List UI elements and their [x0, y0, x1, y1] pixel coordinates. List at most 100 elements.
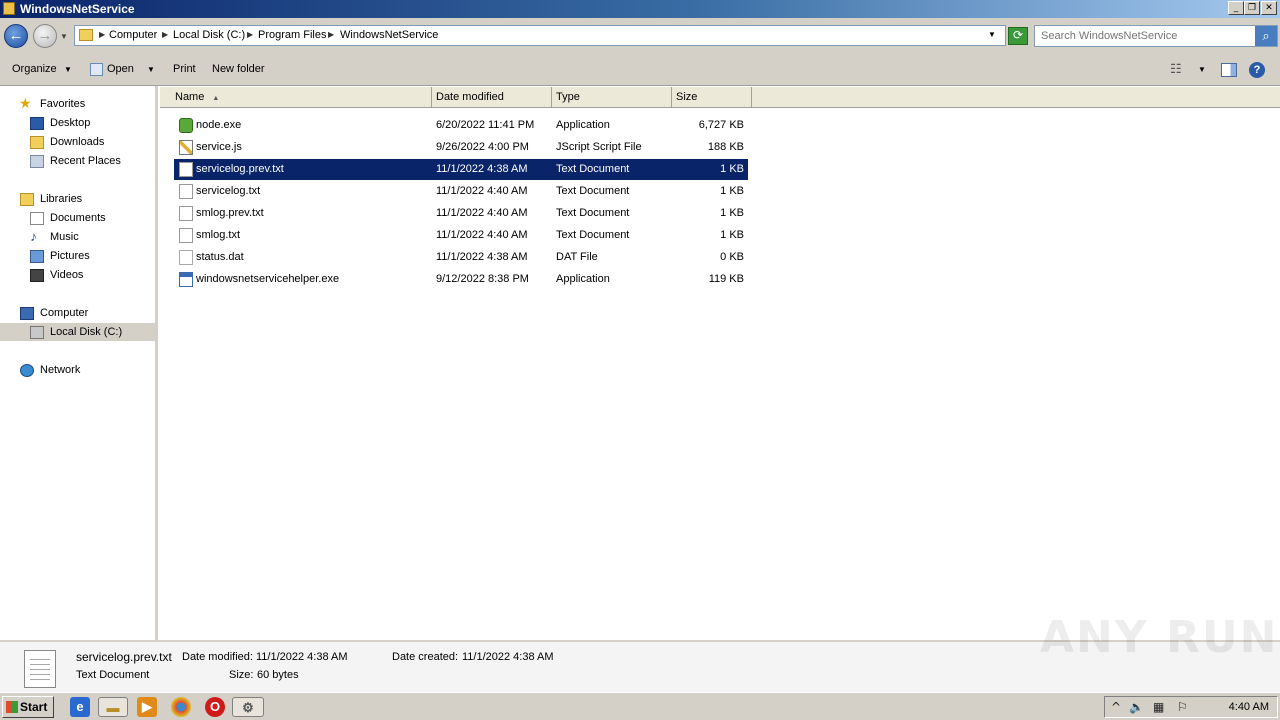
chrome-icon[interactable]: [171, 697, 191, 717]
recent-pages-dropdown[interactable]: ▼: [60, 32, 68, 41]
media-player-icon[interactable]: ▶: [137, 697, 157, 717]
nav-label: Pictures: [50, 250, 90, 262]
nav-computer[interactable]: Computer: [20, 307, 88, 320]
file-row[interactable]: smlog.txt 11/1/2022 4:40 AM Text Document 1…: [174, 225, 748, 246]
chevron-right-icon[interactable]: ▶: [328, 30, 334, 39]
nav-favorites[interactable]: ★ Favorites: [19, 95, 85, 111]
chevron-down-icon[interactable]: ▼: [147, 65, 155, 74]
file-name: windowsnetservicehelper.exe: [196, 273, 340, 285]
text-file-icon: [179, 206, 193, 221]
preview-pane-icon[interactable]: [1221, 63, 1237, 77]
search-input[interactable]: [1037, 28, 1257, 44]
back-button[interactable]: ←: [4, 24, 28, 48]
music-icon: ♪: [30, 228, 37, 244]
address-bar[interactable]: ▶ Computer ▶ Local Disk (C:) ▶ Program F…: [74, 25, 1006, 46]
computer-icon: [20, 307, 34, 320]
opera-icon[interactable]: O: [205, 697, 225, 717]
flag-icon[interactable]: ⚐: [1177, 700, 1188, 714]
chevron-right-icon[interactable]: ▶: [99, 30, 105, 39]
nav-documents[interactable]: Documents: [30, 212, 106, 225]
open-button[interactable]: Open: [107, 63, 134, 75]
watermark-logo: ANY RUN: [1040, 612, 1279, 663]
nav-label: Recent Places: [50, 155, 121, 167]
nav-label: Videos: [50, 269, 84, 281]
column-size[interactable]: Size: [672, 87, 752, 107]
file-row[interactable]: windowsnetservicehelper.exe 9/12/2022 8:3…: [174, 269, 748, 290]
file-type: Text Document: [556, 185, 630, 197]
details-created-value: 11/1/2022 4:38 AM: [462, 651, 554, 663]
nav-libraries[interactable]: Libraries: [20, 193, 83, 206]
breadcrumb-windowsnetservice[interactable]: WindowsNetService: [340, 29, 438, 41]
nav-label: Documents: [50, 212, 106, 224]
breadcrumb-local-disk[interactable]: Local Disk (C:): [173, 29, 245, 41]
nav-videos[interactable]: Videos: [30, 269, 84, 282]
app-icon[interactable]: ⚙: [232, 697, 264, 717]
taskbar: Start e ▬ ▶ O ⚙ ^ 🔈 ▦ ⚐ 4:40 AM: [0, 692, 1280, 720]
organize-button[interactable]: Organize: [12, 63, 57, 75]
breadcrumb-computer[interactable]: Computer: [109, 29, 157, 41]
address-dropdown[interactable]: ▼: [988, 30, 996, 39]
new-folder-button[interactable]: New folder: [212, 63, 265, 75]
file-size: 119 KB: [708, 273, 744, 285]
column-date-modified[interactable]: Date modified: [432, 87, 552, 107]
details-modified-value: 11/1/2022 4:38 AM: [256, 651, 348, 663]
folder-icon: [79, 29, 93, 41]
nav-downloads[interactable]: Downloads: [30, 136, 104, 149]
file-size: 188 KB: [707, 141, 744, 153]
show-hidden-icons-icon[interactable]: ^: [1111, 700, 1121, 714]
close-button[interactable]: ✕: [1261, 1, 1277, 15]
file-size: 1 KB: [720, 185, 744, 197]
file-row[interactable]: servicelog.txt 11/1/2022 4:40 AM Text Docu…: [174, 181, 748, 202]
windows-logo-icon: [6, 701, 18, 713]
chevron-down-icon[interactable]: ▼: [64, 65, 72, 74]
nav-label: Music: [50, 231, 79, 243]
text-file-icon: [179, 228, 193, 243]
refresh-button[interactable]: ⟳: [1008, 27, 1028, 45]
views-icon[interactable]: ☷: [1170, 61, 1182, 77]
network-status-icon[interactable]: ▦: [1153, 700, 1164, 714]
script-icon: [179, 140, 193, 155]
column-name[interactable]: Name ▲: [170, 87, 432, 107]
file-name: smlog.prev.txt: [196, 207, 264, 219]
breadcrumb-program-files[interactable]: Program Files: [258, 29, 326, 41]
details-filename: servicelog.prev.txt: [76, 650, 172, 664]
clock[interactable]: 4:40 AM: [1229, 701, 1269, 713]
chevron-down-icon[interactable]: ▼: [1198, 65, 1206, 74]
nav-network[interactable]: Network: [20, 364, 81, 377]
file-row[interactable]: smlog.prev.txt 11/1/2022 4:40 AM Text Docu…: [174, 203, 748, 224]
file-row[interactable]: node.exe 6/20/2022 11:41 PM Application 6,7…: [174, 115, 748, 136]
file-type: DAT File: [556, 251, 598, 263]
nav-label: Network: [40, 364, 81, 376]
column-type[interactable]: Type: [552, 87, 672, 107]
nav-local-disk[interactable]: Local Disk (C:): [30, 326, 122, 339]
restore-button[interactable]: ❐: [1244, 1, 1260, 15]
file-row[interactable]: status.dat 11/1/2022 4:38 AM DAT File 0 KB: [174, 247, 748, 268]
details-modified-label: Date modified:: [182, 651, 253, 663]
forward-button[interactable]: →: [33, 24, 57, 48]
explorer-icon[interactable]: ▬: [98, 697, 128, 717]
volume-icon[interactable]: 🔈: [1129, 700, 1144, 714]
file-date: 11/1/2022 4:40 AM: [436, 229, 528, 241]
nav-recent-places[interactable]: Recent Places: [30, 155, 121, 168]
nav-music[interactable]: ♪ Music: [30, 228, 79, 244]
start-label: Start: [20, 700, 48, 714]
chevron-right-icon[interactable]: ▶: [162, 30, 168, 39]
help-icon[interactable]: ?: [1249, 62, 1265, 78]
open-icon: [90, 63, 103, 76]
start-button[interactable]: Start: [2, 696, 54, 718]
ie-icon[interactable]: e: [70, 697, 90, 717]
minimize-button[interactable]: _: [1228, 1, 1244, 15]
nav-desktop[interactable]: Desktop: [30, 117, 90, 130]
search-icon[interactable]: ⌕: [1255, 26, 1277, 46]
file-row[interactable]: service.js 9/26/2022 4:00 PM JScript Scrip…: [174, 137, 748, 158]
navigation-pane: ★ Favorites Desktop Downloads Recent Pla…: [0, 86, 158, 640]
nav-label: Libraries: [40, 193, 83, 205]
nav-pictures[interactable]: Pictures: [30, 250, 90, 263]
print-button[interactable]: Print: [173, 63, 196, 75]
chevron-right-icon[interactable]: ▶: [247, 30, 253, 39]
file-name: smlog.txt: [196, 229, 241, 241]
details-size-label: Size:: [229, 669, 254, 681]
file-row[interactable]: servicelog.prev.txt 11/1/2022 4:38 AM Text…: [174, 159, 748, 180]
blank-file-icon: [179, 250, 193, 265]
file-size: 1 KB: [720, 163, 744, 175]
